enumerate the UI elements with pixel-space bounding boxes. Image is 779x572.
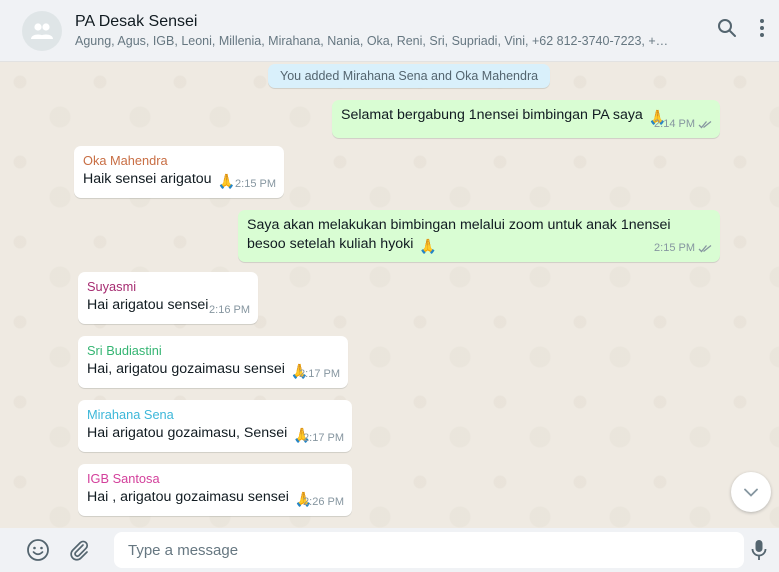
message-incoming[interactable]: Suyasmi Hai arigatou sensei 2:16 PM [78,272,258,324]
pray-emoji-icon: 🙏 [419,239,438,255]
menu-icon[interactable] [759,18,765,43]
message-text: Haik sensei arigatou [83,171,212,187]
read-ticks-icon [698,244,712,253]
chat-title: PA Desak Sensei [75,12,198,30]
read-ticks-icon [698,120,712,129]
mic-icon[interactable] [751,539,767,566]
message-text: Selamat bergabung 1nensei bimbingan PA s… [341,107,643,123]
message-time: 2:15 PM [654,242,695,254]
chat-members: Agung, Agus, IGB, Leoni, Millenia, Mirah… [75,33,675,48]
composer-bar [0,528,779,572]
sender-name: Sri Budiastini [87,343,162,358]
emoji-icon[interactable] [26,538,50,562]
message-text: Hai, arigatou gozaimasu sensei [87,361,285,377]
message-time: 2:17 PM [303,432,344,444]
sender-name: IGB Santosa [87,471,160,486]
system-message: You added Mirahana Sena and Oka Mahendra [268,64,551,88]
chevron-down-icon [744,488,758,497]
pray-emoji-icon: 🙏 [217,174,236,190]
sender-name: Suyasmi [87,279,137,294]
message-incoming[interactable]: Mirahana Sena Hai arigatou gozaimasu, Se… [78,400,352,452]
message-meta: 2:16 PM [209,301,250,320]
search-icon[interactable] [717,18,737,43]
message-meta: 2:26 PM [303,493,344,512]
message-time: 2:14 PM [654,118,695,130]
chat-header: PA Desak Sensei Agung, Agus, IGB, Leoni,… [0,0,779,62]
message-outgoing[interactable]: Saya akan melakukan bimbingan melalui zo… [238,210,720,262]
message-meta: 2:15 PM [235,175,276,194]
message-meta: 2:14 PM [654,115,712,134]
chat-info[interactable]: PA Desak Sensei Agung, Agus, IGB, Leoni,… [75,12,675,50]
message-time: 2:16 PM [209,304,250,316]
message-incoming[interactable]: Sri Budiastini Hai, arigatou gozaimasu s… [78,336,348,388]
message-time: 2:17 PM [299,368,340,380]
message-input[interactable] [128,541,744,559]
message-text: Saya akan melakukan bimbingan melalui zo… [247,217,671,252]
message-input-box[interactable] [114,532,744,568]
message-incoming[interactable]: IGB Santosa Hai , arigatou gozaimasu sen… [78,464,352,516]
attach-icon[interactable] [68,539,90,561]
scroll-to-bottom-button[interactable] [731,472,771,512]
message-meta: 2:17 PM [299,365,340,384]
message-text: Hai arigatou sensei [87,297,209,313]
sender-name: Mirahana Sena [87,407,174,422]
message-text: Hai arigatou gozaimasu, Sensei [87,425,288,441]
group-avatar-icon[interactable] [22,10,62,51]
message-incoming[interactable]: Oka Mahendra Haik sensei arigatou 🙏 2:15… [74,146,284,198]
sender-name: Oka Mahendra [83,153,168,168]
message-text: Hai , arigatou gozaimasu sensei [87,489,289,505]
message-meta: 2:15 PM [654,239,712,258]
message-meta: 2:17 PM [303,429,344,448]
message-list[interactable]: You added Mirahana Sena and Oka Mahendra… [0,62,779,528]
message-time: 2:26 PM [303,496,344,508]
message-outgoing[interactable]: Selamat bergabung 1nensei bimbingan PA s… [332,100,720,138]
message-time: 2:15 PM [235,178,276,190]
